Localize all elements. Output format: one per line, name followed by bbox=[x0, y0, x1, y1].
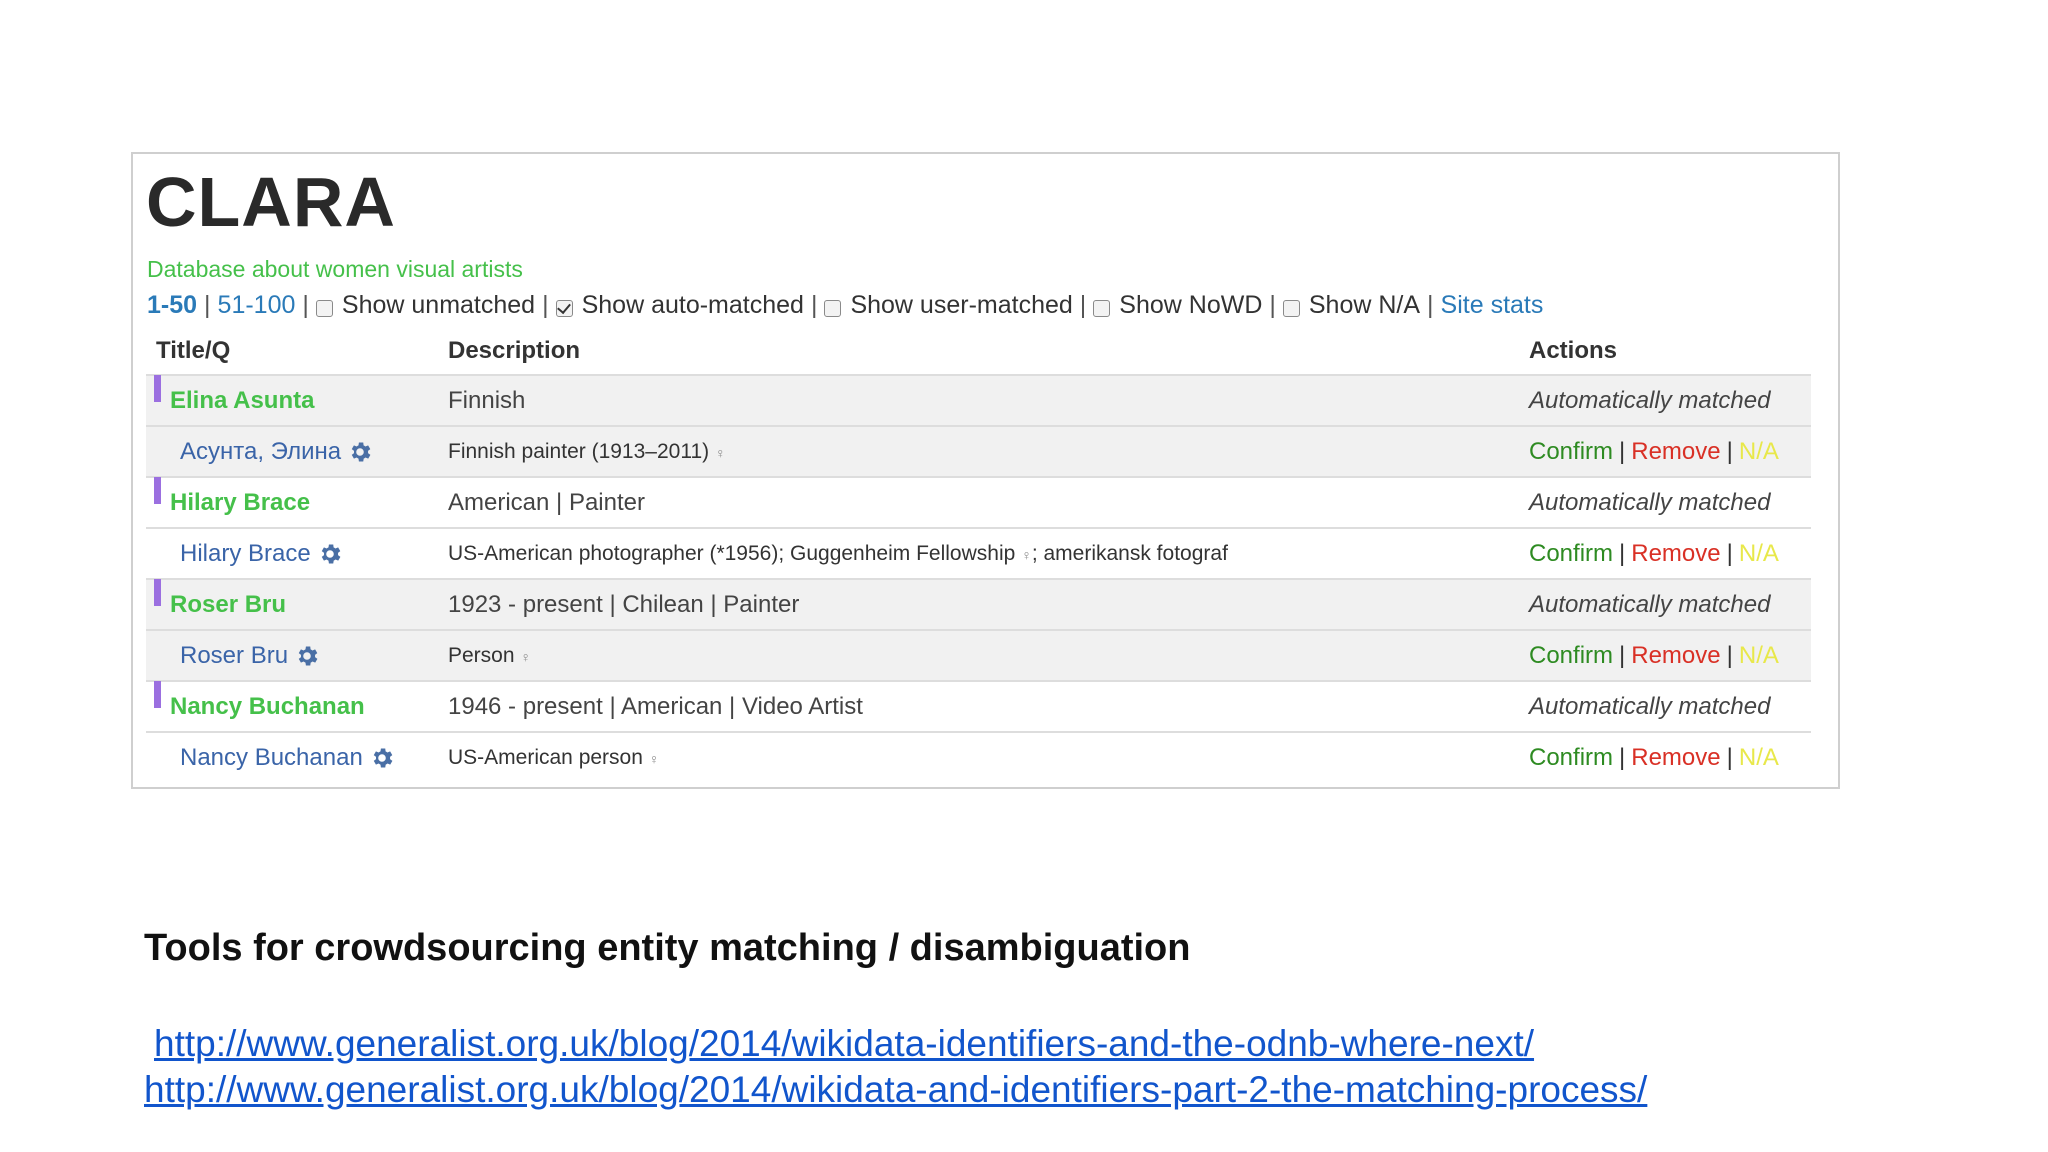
entry-status: Automatically matched bbox=[1529, 590, 1771, 618]
checkbox-label-show-user-matched: Show user-matched bbox=[850, 291, 1073, 319]
match-description: Finnish painter (1913–2011) ♀ bbox=[448, 439, 726, 463]
separator: | bbox=[1427, 291, 1434, 319]
na-link[interactable]: N/A bbox=[1739, 438, 1779, 465]
entry-title-link[interactable]: Hilary Brace bbox=[170, 489, 310, 516]
screenshot-panel: CLARA Database about women visual artist… bbox=[131, 152, 1840, 789]
reference-link-2[interactable]: http://www.generalist.org.uk/blog/2014/w… bbox=[144, 1069, 1647, 1111]
gear-icon[interactable] bbox=[369, 745, 395, 771]
gear-icon[interactable] bbox=[294, 643, 320, 669]
table-row: Hilary Brace American | Painter Automati… bbox=[146, 476, 1811, 527]
table-row: Roser Bru Person ♀ Confirm | Remove | N/A bbox=[146, 629, 1811, 680]
separator: | bbox=[810, 291, 818, 319]
checkbox-label-show-na: Show N/A bbox=[1308, 291, 1421, 319]
remove-link[interactable]: Remove bbox=[1631, 438, 1720, 465]
app-title: CLARA bbox=[146, 163, 396, 241]
entry-marker bbox=[154, 476, 161, 504]
table-row: Nancy Buchanan 1946 - present | American… bbox=[146, 680, 1811, 731]
entry-marker bbox=[154, 578, 161, 606]
table-row: Асунта, Элина Finnish painter (1913–2011… bbox=[146, 425, 1811, 476]
checkbox-label-show-unmatched: Show unmatched bbox=[341, 291, 536, 319]
header-description: Description bbox=[448, 337, 581, 364]
match-description: US-American person ♀ bbox=[448, 745, 660, 769]
match-name-link[interactable]: Асунта, Элина bbox=[180, 438, 341, 466]
action-links: Confirm | Remove | N/A bbox=[1529, 539, 1779, 567]
separator: | bbox=[204, 291, 211, 319]
na-link[interactable]: N/A bbox=[1739, 540, 1779, 567]
action-links: Confirm | Remove | N/A bbox=[1529, 437, 1779, 465]
female-sign-icon: ♀ bbox=[1021, 546, 1032, 563]
checkbox-show-user-matched[interactable] bbox=[824, 299, 842, 317]
confirm-link[interactable]: Confirm bbox=[1529, 438, 1613, 465]
entry-description: American | Painter bbox=[448, 488, 645, 516]
checkbox-label-show-nowd: Show NoWD bbox=[1119, 291, 1263, 319]
table-row: Roser Bru 1923 - present | Chilean | Pai… bbox=[146, 578, 1811, 629]
confirm-link[interactable]: Confirm bbox=[1529, 540, 1613, 567]
table-row: Hilary Brace US-American photographer (*… bbox=[146, 527, 1811, 578]
match-name-link[interactable]: Roser Bru bbox=[180, 642, 288, 670]
slide: CLARA Database about women visual artist… bbox=[0, 0, 2048, 1152]
gear-icon[interactable] bbox=[317, 541, 343, 567]
separator: | bbox=[1269, 291, 1276, 319]
entry-status: Automatically matched bbox=[1529, 692, 1771, 720]
remove-link[interactable]: Remove bbox=[1631, 642, 1720, 669]
gear-icon[interactable] bbox=[347, 439, 373, 465]
entry-title-link[interactable]: Roser Bru bbox=[170, 591, 286, 618]
checkbox-label-show-auto-matched: Show auto-matched bbox=[581, 291, 804, 319]
female-sign-icon: ♀ bbox=[648, 750, 660, 767]
confirm-link[interactable]: Confirm bbox=[1529, 642, 1613, 669]
entry-status: Automatically matched bbox=[1529, 488, 1771, 516]
checkbox-show-nowd[interactable] bbox=[1093, 299, 1111, 317]
entry-status: Automatically matched bbox=[1529, 386, 1771, 414]
female-sign-icon: ♀ bbox=[520, 648, 532, 665]
table-header: Title/Q Description Actions bbox=[146, 328, 1811, 374]
na-link[interactable]: N/A bbox=[1739, 642, 1779, 669]
action-links: Confirm | Remove | N/A bbox=[1529, 641, 1779, 669]
entry-marker bbox=[154, 680, 161, 708]
separator: | bbox=[542, 291, 549, 319]
remove-link[interactable]: Remove bbox=[1631, 540, 1720, 567]
match-table: Title/Q Description Actions Elina Asunta… bbox=[146, 328, 1811, 782]
header-actions: Actions bbox=[1529, 337, 1618, 364]
match-description: Person ♀ bbox=[448, 643, 532, 667]
entry-title-link[interactable]: Nancy Buchanan bbox=[170, 693, 365, 720]
na-link[interactable]: N/A bbox=[1739, 744, 1779, 771]
page-link-51-100[interactable]: 51-100 bbox=[218, 288, 296, 322]
checkbox-show-auto-matched[interactable] bbox=[555, 299, 573, 317]
match-name-link[interactable]: Nancy Buchanan bbox=[180, 744, 363, 772]
filter-bar: 1-50 | 51-100 | Show unmatched | Show au… bbox=[147, 288, 1543, 322]
entry-description: 1923 - present | Chilean | Painter bbox=[448, 590, 800, 618]
entry-description: Finnish bbox=[448, 386, 526, 414]
match-name-link[interactable]: Hilary Brace bbox=[180, 540, 311, 568]
female-sign-icon: ♀ bbox=[715, 444, 726, 461]
header-title: Title/Q bbox=[156, 337, 231, 364]
match-description: US-American photographer (*1956); Guggen… bbox=[448, 541, 1228, 565]
checkbox-show-unmatched[interactable] bbox=[315, 299, 333, 317]
slide-heading: Tools for crowdsourcing entity matching … bbox=[144, 927, 1191, 969]
page-link-1-50[interactable]: 1-50 bbox=[147, 288, 197, 322]
reference-link-1[interactable]: http://www.generalist.org.uk/blog/2014/w… bbox=[154, 1023, 1534, 1065]
app-subtitle: Database about women visual artists bbox=[147, 256, 523, 282]
action-links: Confirm | Remove | N/A bbox=[1529, 743, 1779, 771]
separator: | bbox=[302, 291, 309, 319]
table-row: Elina Asunta Finnish Automatically match… bbox=[146, 374, 1811, 425]
site-stats-link[interactable]: Site stats bbox=[1441, 288, 1544, 322]
separator: | bbox=[1079, 291, 1087, 319]
remove-link[interactable]: Remove bbox=[1631, 744, 1720, 771]
entry-title-link[interactable]: Elina Asunta bbox=[170, 387, 314, 414]
entry-marker bbox=[154, 374, 161, 402]
checkbox-show-na[interactable] bbox=[1282, 299, 1300, 317]
table-row: Nancy Buchanan US-American person ♀ Confi… bbox=[146, 731, 1811, 782]
entry-description: 1946 - present | American | Video Artist bbox=[448, 692, 863, 720]
confirm-link[interactable]: Confirm bbox=[1529, 744, 1613, 771]
